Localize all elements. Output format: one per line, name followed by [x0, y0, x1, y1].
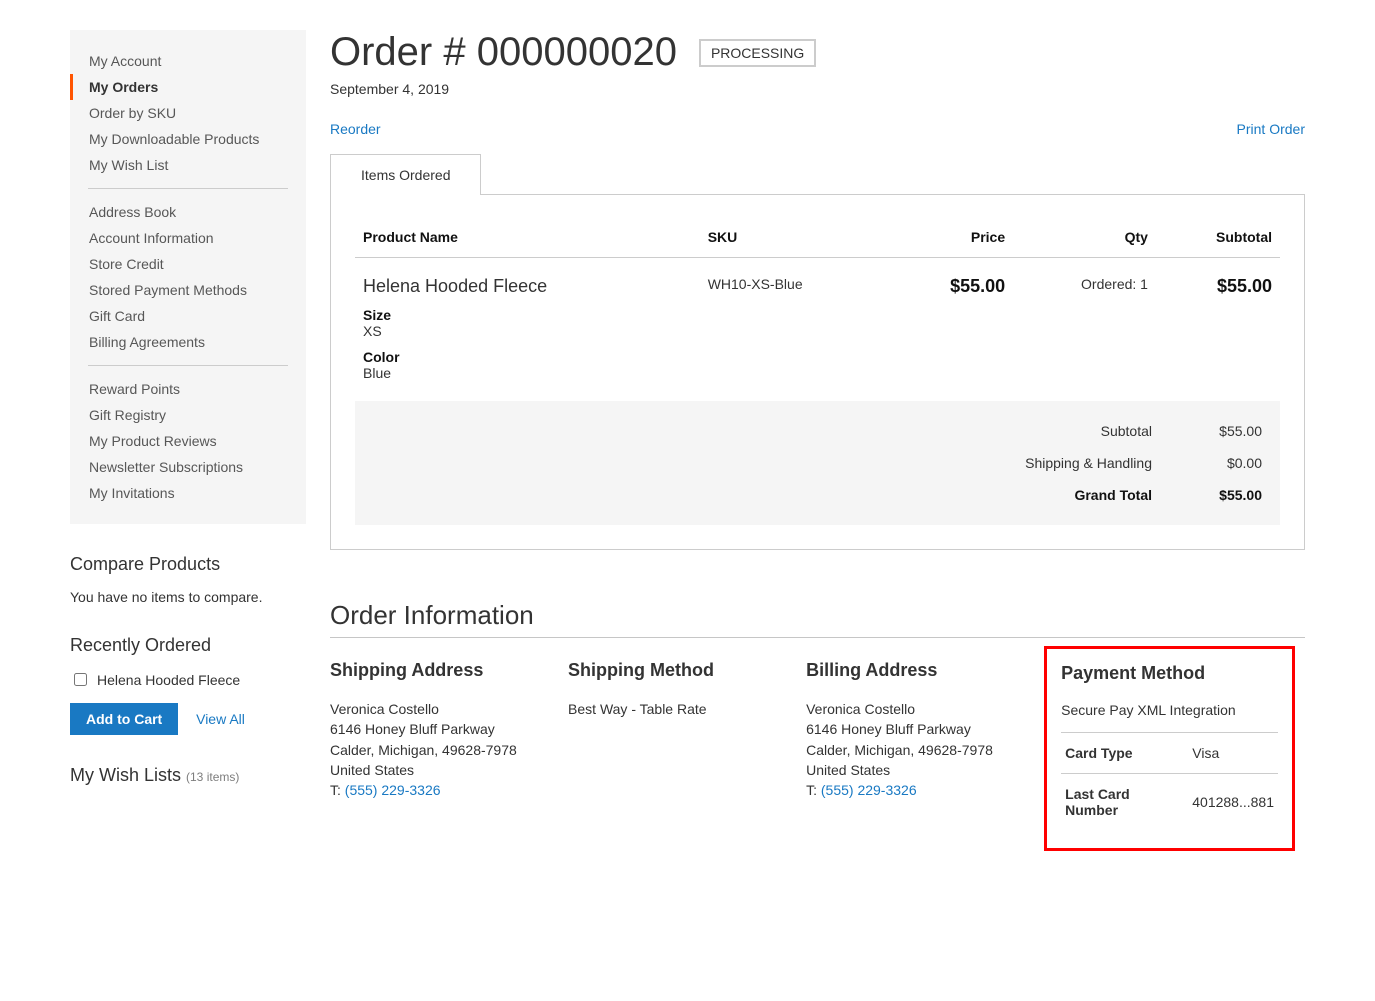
grand-total-value: $55.00: [1152, 487, 1262, 503]
subtotal-value: $55.00: [1152, 423, 1262, 439]
product-sku: WH10-XS-Blue: [700, 258, 891, 392]
addr-street: 6146 Honey Bluff Parkway: [806, 719, 1034, 739]
add-to-cart-button[interactable]: Add to Cart: [70, 703, 178, 735]
print-order-link[interactable]: Print Order: [1237, 121, 1305, 137]
addr-name: Veronica Costello: [330, 699, 558, 719]
account-nav: My AccountMy OrdersOrder by SKUMy Downlo…: [70, 30, 306, 524]
payment-desc: Secure Pay XML Integration: [1061, 702, 1278, 732]
sidebar-item-order-by-sku[interactable]: Order by SKU: [70, 100, 306, 126]
product-subtotal: $55.00: [1217, 276, 1272, 296]
table-row: Helena Hooded Fleece Size XS Color Blue …: [355, 258, 1280, 392]
tel-link[interactable]: (555) 229-3326: [821, 782, 917, 798]
pay-label: Card Type: [1061, 733, 1188, 774]
th-qty: Qty: [1013, 219, 1156, 258]
shipping-value: $0.00: [1152, 455, 1262, 471]
compare-empty-text: You have no items to compare.: [70, 589, 306, 605]
order-date: September 4, 2019: [330, 81, 1305, 97]
product-price: $55.00: [950, 276, 1005, 296]
divider: [330, 637, 1305, 638]
option-value: Blue: [363, 365, 692, 381]
shipping-method-title: Shipping Method: [568, 660, 796, 681]
payment-method-col: Payment Method Secure Pay XML Integratio…: [1044, 660, 1305, 851]
tel-prefix: T:: [330, 782, 345, 798]
sidebar-item-my-orders[interactable]: My Orders: [70, 74, 306, 100]
subtotal-label: Subtotal: [932, 423, 1152, 439]
sidebar-item-newsletter-subscriptions[interactable]: Newsletter Subscriptions: [70, 454, 306, 480]
page-title: Order # 000000020: [330, 30, 677, 75]
sidebar-item-gift-registry[interactable]: Gift Registry: [70, 402, 306, 428]
compare-title: Compare Products: [70, 554, 306, 575]
view-all-link[interactable]: View All: [196, 711, 245, 727]
wishlists-title: My Wish Lists: [70, 765, 186, 785]
wishlists-count: (13 items): [186, 770, 239, 784]
shipping-method-col: Shipping Method Best Way - Table Rate: [568, 660, 806, 851]
recently-ordered-title: Recently Ordered: [70, 635, 306, 656]
recent-item-label: Helena Hooded Fleece: [97, 672, 240, 688]
grand-total-label: Grand Total: [932, 487, 1152, 503]
sidebar-item-store-credit[interactable]: Store Credit: [70, 251, 306, 277]
payment-method-title: Payment Method: [1061, 663, 1278, 684]
reorder-link[interactable]: Reorder: [330, 121, 381, 137]
status-badge: Processing: [699, 39, 816, 67]
th-price: Price: [891, 219, 1013, 258]
sidebar-item-stored-payment-methods[interactable]: Stored Payment Methods: [70, 277, 306, 303]
billing-address-col: Billing Address Veronica Costello 6146 H…: [806, 660, 1044, 851]
order-totals: Subtotal $55.00 Shipping & Handling $0.0…: [355, 401, 1280, 525]
product-qty: Ordered: 1: [1013, 258, 1156, 392]
sidebar-item-account-information[interactable]: Account Information: [70, 225, 306, 251]
payment-method-highlight: Payment Method Secure Pay XML Integratio…: [1044, 646, 1295, 851]
sidebar-item-my-downloadable-products[interactable]: My Downloadable Products: [70, 126, 306, 152]
th-sku: SKU: [700, 219, 891, 258]
option-label: Color: [363, 349, 692, 365]
billing-address-title: Billing Address: [806, 660, 1034, 681]
addr-country: United States: [806, 760, 1034, 780]
sidebar-item-my-invitations[interactable]: My Invitations: [70, 480, 306, 506]
pay-value: Visa: [1188, 733, 1278, 774]
sidebar-item-billing-agreements[interactable]: Billing Agreements: [70, 329, 306, 355]
sidebar-item-my-product-reviews[interactable]: My Product Reviews: [70, 428, 306, 454]
shipping-label: Shipping & Handling: [932, 455, 1152, 471]
shipping-address-title: Shipping Address: [330, 660, 558, 681]
recently-ordered-block: Recently Ordered Helena Hooded Fleece Ad…: [70, 635, 306, 735]
addr-name: Veronica Costello: [806, 699, 1034, 719]
recent-item: Helena Hooded Fleece: [70, 670, 306, 689]
tel-link[interactable]: (555) 229-3326: [345, 782, 441, 798]
shipping-address-col: Shipping Address Veronica Costello 6146 …: [330, 660, 568, 851]
sidebar-item-gift-card[interactable]: Gift Card: [70, 303, 306, 329]
addr-country: United States: [330, 760, 558, 780]
nav-separator: [88, 188, 288, 189]
sidebar-item-address-book[interactable]: Address Book: [70, 199, 306, 225]
option-label: Size: [363, 307, 692, 323]
sidebar-item-my-account[interactable]: My Account: [70, 48, 306, 74]
items-panel: Product Name SKU Price Qty Subtotal Hele…: [330, 194, 1305, 550]
tel-prefix: T:: [806, 782, 821, 798]
th-subtotal: Subtotal: [1156, 219, 1280, 258]
th-product: Product Name: [355, 219, 700, 258]
tab-items-ordered[interactable]: Items Ordered: [330, 154, 481, 195]
my-wish-lists-block: My Wish Lists (13 items): [70, 765, 306, 786]
shipping-method-text: Best Way - Table Rate: [568, 699, 796, 719]
sidebar-item-reward-points[interactable]: Reward Points: [70, 376, 306, 402]
sidebar-item-my-wish-list[interactable]: My Wish List: [70, 152, 306, 178]
addr-city: Calder, Michigan, 49628-7978: [330, 740, 558, 760]
payment-table: Card Type Visa Last Card Number 401288..…: [1061, 732, 1278, 830]
option-value: XS: [363, 323, 692, 339]
items-table: Product Name SKU Price Qty Subtotal Hele…: [355, 219, 1280, 391]
pay-label: Last Card Number: [1061, 774, 1188, 831]
recent-item-checkbox[interactable]: [74, 673, 87, 686]
pay-value: 401288...881: [1188, 774, 1278, 831]
compare-products-block: Compare Products You have no items to co…: [70, 554, 306, 605]
order-information-title: Order Information: [330, 600, 1305, 631]
addr-city: Calder, Michigan, 49628-7978: [806, 740, 1034, 760]
product-name: Helena Hooded Fleece: [363, 276, 692, 297]
addr-street: 6146 Honey Bluff Parkway: [330, 719, 558, 739]
nav-separator: [88, 365, 288, 366]
